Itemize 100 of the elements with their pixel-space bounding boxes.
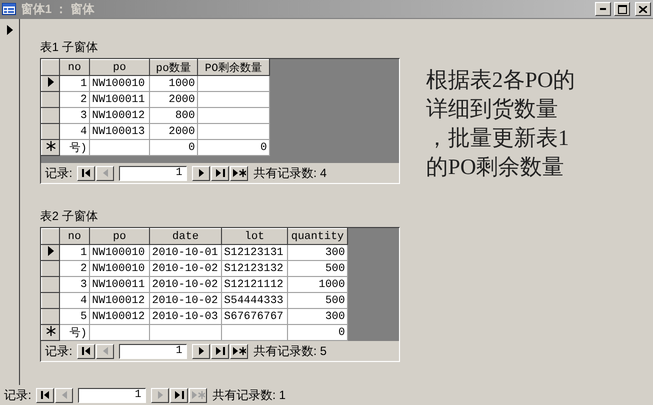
form-icon (2, 3, 16, 15)
last-record-icon (174, 391, 184, 399)
record-label: 记录: (4, 386, 32, 404)
table-cell: 1000 (288, 276, 348, 292)
note-text: 的PO剩余数量 (426, 153, 566, 181)
row-selector[interactable] (42, 324, 60, 340)
table-cell: NW100010 (90, 260, 150, 276)
minimize-icon (600, 8, 606, 10)
row-selector[interactable] (42, 108, 60, 124)
new-record-button[interactable] (230, 166, 248, 180)
new-record-button[interactable] (230, 344, 248, 358)
note-text: 详细到货数量 (426, 95, 559, 123)
table-cell: 2010-10-03 (150, 308, 222, 324)
row-selector[interactable] (42, 124, 60, 140)
record-number-field[interactable]: 1 (119, 344, 188, 358)
close-button[interactable] (635, 2, 651, 16)
table-cell: 5 (60, 308, 90, 324)
table-cell: NW100013 (90, 124, 150, 140)
record-label: 记录: (45, 342, 72, 360)
column-header[interactable]: po (90, 60, 150, 76)
table-cell: 2000 (150, 92, 198, 108)
table-cell (222, 324, 288, 340)
record-number-field[interactable]: 1 (78, 388, 146, 402)
last-record-icon (216, 347, 225, 355)
last-record-button[interactable] (211, 166, 230, 180)
table-cell: NW100012 (90, 108, 150, 124)
table-cell: 0 (150, 140, 198, 156)
table-cell: 3 (60, 276, 90, 292)
row-selector[interactable] (42, 140, 60, 156)
new-record-icon (232, 347, 246, 355)
table-cell: 0 (288, 324, 348, 340)
table-cell: 300 (288, 308, 348, 324)
first-record-button[interactable] (77, 166, 96, 180)
new-record-icon (46, 140, 56, 150)
table-cell: 2010-10-02 (150, 260, 222, 276)
row-selector[interactable] (42, 244, 60, 260)
table-cell: 1000 (150, 76, 198, 92)
table-cell: NW100011 (90, 92, 150, 108)
table-cell: 500 (288, 292, 348, 308)
previous-record-icon (62, 391, 67, 399)
table-cell (198, 108, 270, 124)
table-cell: NW100010 (90, 244, 150, 260)
column-header[interactable]: po数量 (150, 60, 198, 76)
record-count: 共有记录数: 1 (212, 386, 286, 404)
table-cell: NW100010 (90, 76, 150, 92)
new-record-icon (192, 391, 205, 399)
record-count: 共有记录数: 5 (253, 342, 327, 360)
last-record-button[interactable] (170, 388, 188, 402)
table-cell: S12123132 (222, 260, 288, 276)
row-selector[interactable] (42, 292, 60, 308)
previous-record-icon (102, 169, 108, 177)
table-cell: 2010-10-02 (150, 292, 222, 308)
table-cell: NW100012 (90, 292, 150, 308)
first-record-icon (40, 391, 50, 399)
maximize-button[interactable] (614, 2, 630, 16)
next-record-button[interactable] (192, 344, 210, 358)
column-header[interactable]: PO剩余数量 (198, 60, 270, 76)
table-cell: 4 (60, 292, 90, 308)
row-selector[interactable] (42, 76, 60, 92)
table-cell: S54444333 (222, 292, 288, 308)
first-record-button[interactable] (36, 388, 54, 402)
table-cell: 500 (288, 260, 348, 276)
column-header[interactable]: quantity (288, 228, 348, 244)
table-cell: 2 (60, 92, 90, 108)
row-selector[interactable] (42, 276, 60, 292)
table-cell (90, 324, 150, 340)
first-record-icon (82, 347, 91, 355)
table-cell: S67676767 (222, 308, 288, 324)
column-header[interactable]: date (150, 228, 222, 244)
table-cell: 2010-10-02 (150, 276, 222, 292)
column-header[interactable]: po (90, 228, 150, 244)
row-selector[interactable] (42, 308, 60, 324)
table-cell: 300 (288, 244, 348, 260)
close-icon (639, 6, 647, 12)
row-selector[interactable] (42, 260, 60, 276)
first-record-icon (82, 169, 91, 177)
table-cell: 2010-10-01 (150, 244, 222, 260)
subform-label: 表2 子窗体 (40, 208, 100, 225)
current-record-icon (48, 246, 54, 256)
table-cell: 2000 (150, 124, 198, 140)
last-record-button[interactable] (211, 344, 230, 358)
table-cell: NW100011 (90, 276, 150, 292)
new-record-icon (46, 326, 56, 336)
minimize-button[interactable] (595, 2, 611, 16)
table-cell: 2 (60, 260, 90, 276)
row-selector[interactable] (42, 92, 60, 108)
previous-record-icon (102, 347, 108, 355)
subform-label: 表1 子窗体 (40, 39, 100, 56)
next-record-button[interactable] (192, 166, 210, 180)
column-header[interactable]: no (60, 228, 90, 244)
column-header[interactable]: no (60, 60, 90, 76)
column-header[interactable]: lot (222, 228, 288, 244)
new-record-icon (232, 169, 246, 177)
table-cell: 0 (198, 140, 270, 156)
next-record-icon (198, 347, 204, 355)
record-number-field[interactable]: 1 (119, 166, 188, 180)
first-record-button[interactable] (77, 344, 96, 358)
note-text: 根据表2各PO的 (426, 66, 576, 94)
table-cell (150, 324, 222, 340)
table-cell (198, 92, 270, 108)
